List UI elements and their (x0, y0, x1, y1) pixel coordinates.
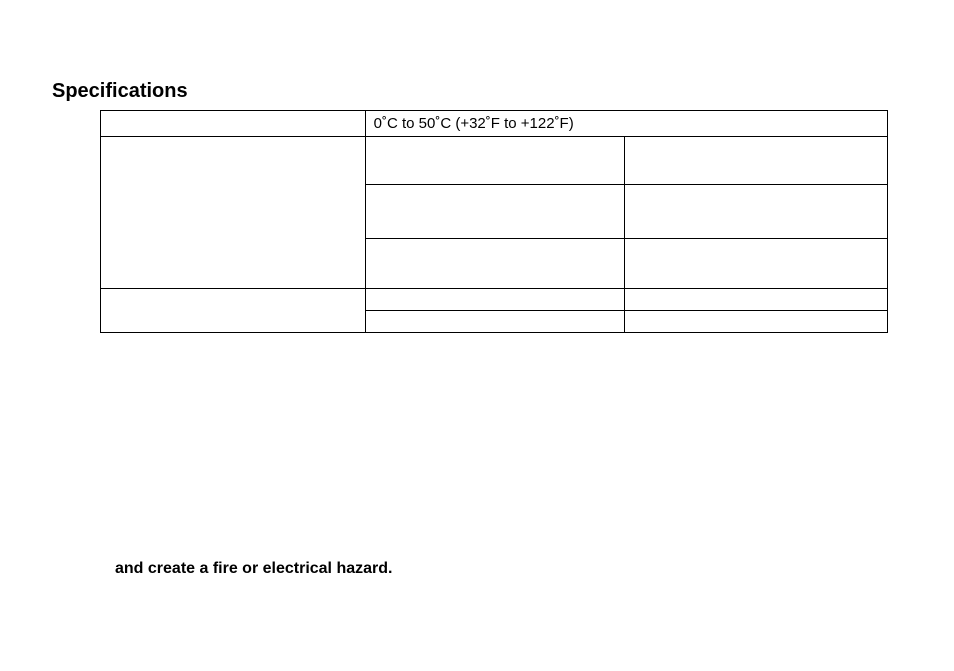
table-row (101, 289, 888, 311)
cell-value (365, 239, 625, 289)
cell-label (101, 111, 366, 137)
cell-value: 0˚C to 50˚C (+32˚F to +122˚F) (365, 111, 887, 137)
cell-label (101, 289, 366, 333)
cell-value (365, 137, 625, 185)
table-row: 0˚C to 50˚C (+32˚F to +122˚F) (101, 111, 888, 137)
cell-value (625, 239, 888, 289)
hazard-warning: and create a fire or electrical hazard. (115, 560, 392, 578)
cell-value (625, 289, 888, 311)
table-row (101, 137, 888, 185)
specifications-table: 0˚C to 50˚C (+32˚F to +122˚F) (100, 110, 888, 333)
cell-value (365, 289, 625, 311)
cell-label (101, 137, 366, 289)
page-title: Specifications (52, 80, 188, 103)
cell-value (625, 137, 888, 185)
cell-value (365, 185, 625, 239)
cell-value (365, 311, 625, 333)
cell-value (625, 185, 888, 239)
cell-value (625, 311, 888, 333)
